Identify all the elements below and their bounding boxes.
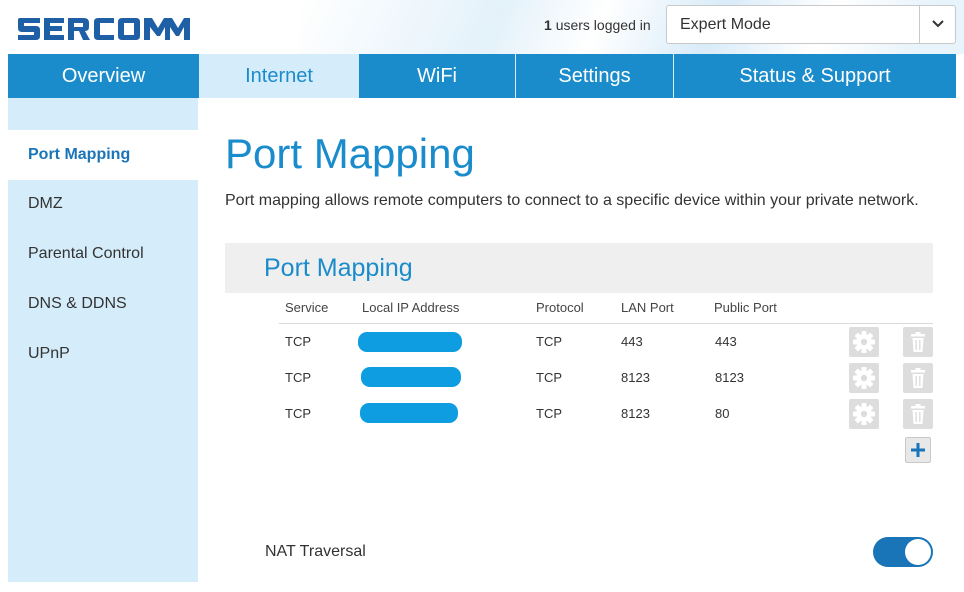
column-header-lan-port: LAN Port: [621, 300, 674, 315]
cell-lan-port: 8123: [621, 370, 650, 385]
sidebar-item-upnp[interactable]: UPnP: [8, 329, 198, 379]
users-label: users logged in: [555, 17, 651, 33]
trash-icon: [911, 404, 925, 424]
cell-public-port: 443: [715, 334, 737, 349]
tab-internet[interactable]: Internet: [200, 54, 359, 98]
page-description: Port mapping allows remote computers to …: [225, 192, 919, 209]
nat-traversal-label: NAT Traversal: [265, 543, 366, 560]
tab-settings[interactable]: Settings: [516, 54, 674, 98]
toggle-knob: [905, 539, 931, 565]
cell-protocol: TCP: [536, 370, 562, 385]
add-mapping-button[interactable]: [905, 437, 931, 463]
gear-icon: [853, 367, 875, 389]
column-header-public-port: Public Port: [714, 300, 777, 315]
plus-icon: [911, 443, 925, 457]
redacted-ip: [360, 403, 458, 423]
cell-protocol: TCP: [536, 406, 562, 421]
cell-lan-port: 443: [621, 334, 643, 349]
column-header-local-ip: Local IP Address: [362, 300, 460, 315]
sidebar-item-port-mapping[interactable]: Port Mapping: [8, 130, 198, 180]
sercomm-logo: [18, 18, 190, 40]
users-logged-in: 1 users logged in: [544, 17, 651, 33]
users-count: 1: [544, 17, 552, 33]
column-header-protocol: Protocol: [536, 300, 584, 315]
delete-button[interactable]: [903, 327, 933, 357]
mode-select-value: Expert Mode: [680, 16, 771, 33]
gear-icon: [853, 403, 875, 425]
trash-icon: [911, 368, 925, 388]
redacted-ip: [358, 332, 462, 352]
panel-header: Port Mapping: [225, 243, 933, 293]
header: 1 users logged in Expert Mode: [0, 0, 964, 54]
cell-service: TCP: [285, 406, 311, 421]
main-nav: Overview Internet WiFi Settings Status &…: [8, 54, 956, 98]
edit-button[interactable]: [849, 399, 879, 429]
trash-icon: [911, 332, 925, 352]
cell-service: TCP: [285, 334, 311, 349]
cell-public-port: 80: [715, 406, 730, 421]
sidebar-item-dns-ddns[interactable]: DNS & DDNS: [8, 279, 198, 329]
delete-button[interactable]: [903, 363, 933, 393]
redacted-ip: [361, 367, 461, 387]
edit-button[interactable]: [849, 327, 879, 357]
cell-public-port: 8123: [715, 370, 744, 385]
sidebar: Port Mapping DMZ Parental Control DNS & …: [8, 98, 198, 582]
column-header-service: Service: [285, 300, 329, 315]
panel-title: Port Mapping: [264, 254, 413, 282]
tab-status-support[interactable]: Status & Support: [674, 54, 956, 98]
cell-protocol: TCP: [536, 334, 562, 349]
mode-select-toggle[interactable]: [919, 6, 955, 43]
chevron-down-icon: [932, 20, 944, 28]
cell-service: TCP: [285, 370, 311, 385]
edit-button[interactable]: [849, 363, 879, 393]
page-title: Port Mapping: [225, 130, 475, 177]
cell-lan-port: 8123: [621, 406, 650, 421]
sidebar-item-parental-control[interactable]: Parental Control: [8, 229, 198, 279]
mode-select[interactable]: Expert Mode: [666, 5, 956, 44]
gear-icon: [853, 331, 875, 353]
sidebar-item-dmz[interactable]: DMZ: [8, 179, 198, 229]
delete-button[interactable]: [903, 399, 933, 429]
table-header-divider: [279, 323, 933, 324]
tab-wifi[interactable]: WiFi: [359, 54, 516, 98]
nat-traversal-toggle[interactable]: [873, 537, 933, 567]
tab-overview[interactable]: Overview: [8, 54, 200, 98]
